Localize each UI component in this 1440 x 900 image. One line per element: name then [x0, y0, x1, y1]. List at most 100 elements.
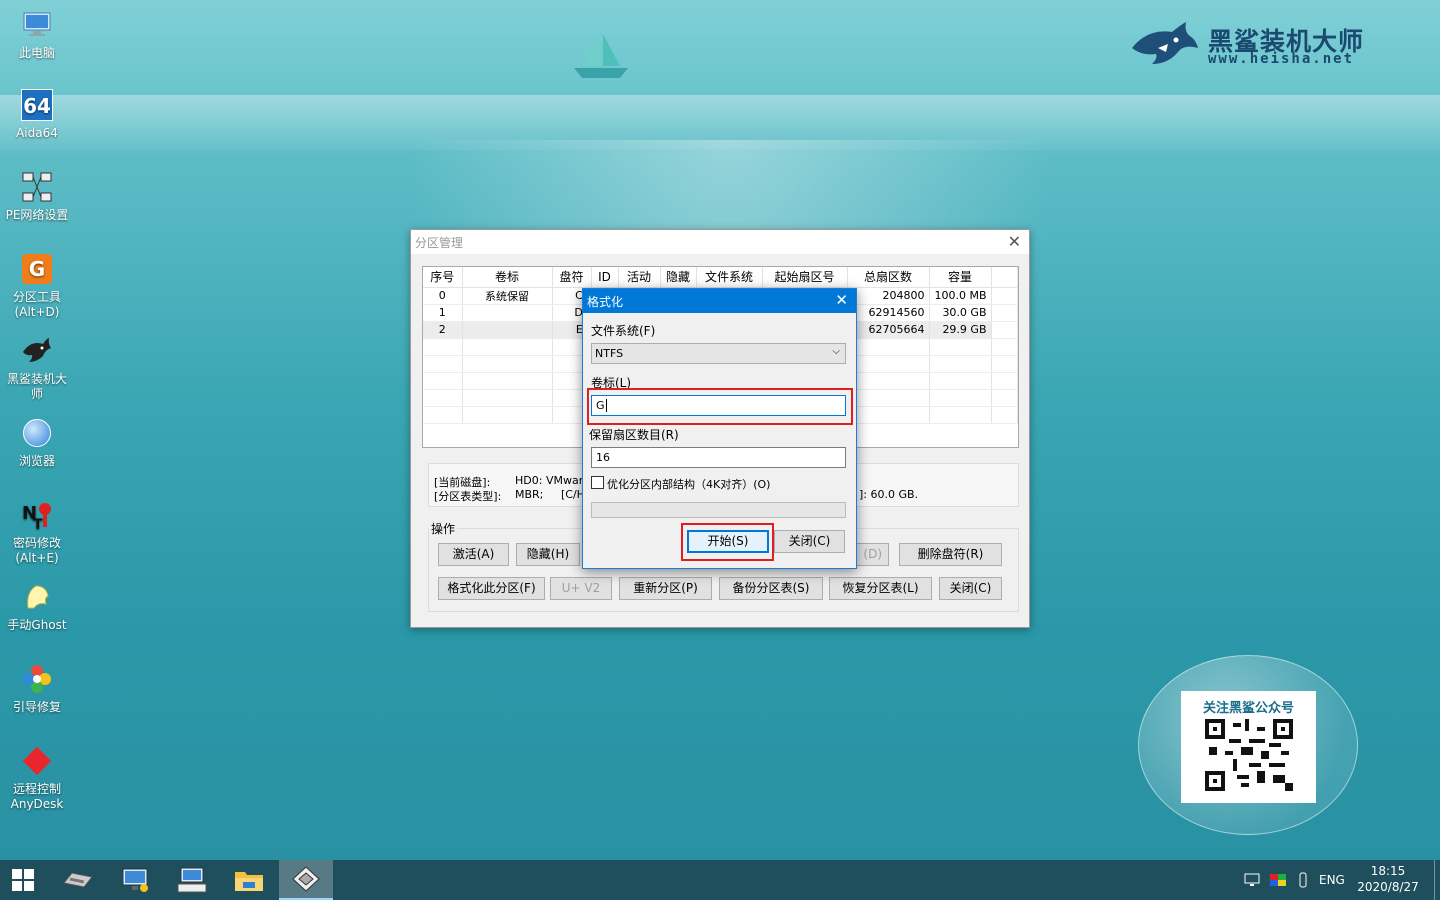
cell-label — [462, 304, 553, 322]
reserved-sectors-value: 16 — [596, 451, 610, 464]
format-dialog-titlebar[interactable]: 格式化 ✕ — [583, 289, 856, 313]
dialog-title: 格式化 — [587, 295, 624, 309]
taskbar-file-explorer[interactable] — [222, 860, 276, 900]
show-desktop-button[interactable] — [1434, 860, 1440, 900]
volume-label-value: G — [596, 399, 605, 412]
desktop-icon-ghost[interactable]: 手动Ghost — [0, 580, 74, 633]
desktop-icon-partition-tool[interactable]: G 分区工具 (Alt+D) — [0, 252, 74, 320]
optimize-checkbox[interactable] — [591, 476, 604, 489]
desktop-icon-pe-network[interactable]: PE网络设置 — [0, 170, 74, 223]
partition-tool-icon: G — [20, 252, 54, 286]
shark-icon — [20, 334, 54, 368]
qr-card: 关注黑鲨公众号 — [1181, 691, 1316, 803]
browser-icon — [20, 416, 54, 450]
volume-label-input[interactable]: G — [591, 395, 846, 416]
dialog-close-button[interactable]: 关闭(C) — [774, 530, 845, 553]
taskbar-clock[interactable]: 18:15 2020/8/27 — [1352, 863, 1424, 895]
desktop-icon-heisha[interactable]: 黑鲨装机大 师 — [0, 334, 74, 402]
disk-capacity-value: ]: 60.0 GB. — [859, 488, 919, 501]
taskbar-partition-app-active[interactable] — [279, 860, 333, 900]
window-title: 分区管理 — [415, 236, 464, 250]
desktop-icon-label: 分区工具 — [12, 290, 61, 304]
table-header-row: 序号 卷标 盘符 ID 活动 隐藏 文件系统 起始扇区号 总扇区数 容量 — [423, 267, 1018, 288]
desktop-icon-browser[interactable]: 浏览器 — [0, 416, 74, 469]
filesystem-select[interactable]: NTFS ⌵ — [591, 343, 846, 364]
cell-size: 29.9 GB — [929, 321, 992, 339]
svg-text:T: T — [33, 517, 43, 531]
column-header[interactable]: 隐藏 — [660, 267, 697, 288]
column-header[interactable]: 序号 — [423, 267, 463, 288]
cell-no: 1 — [423, 304, 463, 322]
disk-icon — [63, 872, 93, 888]
cell-total: 62705664 — [847, 321, 930, 339]
desktop-icon-aida64[interactable]: 64 Aida64 — [0, 88, 74, 141]
restore-partition-table-button[interactable]: 恢复分区表(L) — [829, 577, 932, 600]
desktop-icon-label-2: 师 — [30, 387, 43, 401]
sailboat-icon — [574, 32, 628, 78]
desktop-icon-label: 手动Ghost — [7, 618, 67, 632]
desktop-icon-this-pc[interactable]: 此电脑 — [0, 8, 74, 61]
shark-logo-icon — [1132, 22, 1198, 64]
start-button[interactable]: 开始(S) — [687, 530, 769, 553]
reserved-sectors-input[interactable]: 16 — [591, 447, 846, 468]
column-header[interactable]: 容量 — [929, 267, 992, 288]
windows-logo-icon — [12, 869, 34, 891]
uv2-button[interactable]: U+ V2 — [550, 577, 612, 600]
activate-button[interactable]: 激活(A) — [438, 543, 509, 566]
language-indicator[interactable]: ENG — [1319, 860, 1345, 900]
column-header[interactable]: 活动 — [618, 267, 661, 288]
desktop-icon-label: PE网络设置 — [5, 208, 69, 222]
network-tray-icon[interactable] — [1244, 860, 1262, 900]
usb-tray-icon[interactable] — [1297, 860, 1309, 900]
close-icon[interactable]: ✕ — [1008, 232, 1021, 251]
qr-title: 关注黑鲨公众号 — [1202, 701, 1294, 716]
start-button[interactable] — [0, 860, 46, 900]
boot-repair-icon — [20, 662, 54, 696]
cell-size: 100.0 MB — [929, 287, 992, 305]
keyboard-icon — [177, 867, 207, 893]
ghost-icon — [20, 580, 54, 614]
chevron-down-icon[interactable]: ⌵ — [832, 346, 840, 357]
clock-time: 18:15 — [1370, 864, 1406, 878]
column-header[interactable]: 盘符 — [552, 267, 592, 288]
desktop-icon-boot-repair[interactable]: 引导修复 — [0, 662, 74, 715]
desktop-icon-label: 此电脑 — [18, 46, 55, 60]
hide-button[interactable]: 隐藏(H) — [516, 543, 580, 566]
column-header[interactable]: 总扇区数 — [847, 267, 930, 288]
optimize-label: 优化分区内部结构（4K对齐）(O) — [607, 478, 771, 491]
anydesk-icon — [20, 744, 54, 778]
taskbar-keyboard-app[interactable] — [165, 860, 219, 900]
taskbar-network-app[interactable] — [108, 860, 162, 900]
color-tray-icon[interactable] — [1270, 860, 1286, 900]
partition-table-type-value: MBR; — [515, 488, 544, 501]
format-dialog: 格式化 ✕ 文件系统(F) NTFS ⌵ 卷标(L) G 保留扇区数目(R) 1… — [582, 288, 857, 569]
cell-no: 0 — [423, 287, 463, 305]
clock-date: 2020/8/27 — [1357, 880, 1419, 894]
close-icon[interactable]: ✕ — [835, 291, 848, 309]
format-progress-bar — [591, 502, 846, 518]
desktop-icon-label-2: (Alt+D) — [14, 305, 60, 319]
taskbar-disk-app[interactable] — [51, 860, 105, 900]
column-header[interactable]: 卷标 — [462, 267, 553, 288]
cell-total: 62914560 — [847, 304, 930, 322]
desktop-icon-password[interactable]: NT 密码修改 (Alt+E) — [0, 498, 74, 566]
cell-label: 系统保留 — [462, 287, 553, 305]
close-button[interactable]: 关闭(C) — [939, 577, 1002, 600]
desktop-icon-label-2: (Alt+E) — [15, 551, 59, 565]
column-header[interactable]: 起始扇区号 — [762, 267, 848, 288]
cell-label — [462, 321, 553, 339]
partition-manager-titlebar[interactable]: 分区管理 ✕ — [411, 230, 1029, 254]
column-header[interactable]: 文件系统 — [696, 267, 763, 288]
format-partition-button[interactable]: 格式化此分区(F) — [438, 577, 545, 600]
filesystem-selected-value: NTFS — [595, 347, 624, 360]
backup-partition-table-button[interactable]: 备份分区表(S) — [719, 577, 823, 600]
desktop-icon-label: 黑鲨装机大 — [6, 372, 67, 386]
delete-drive-letter-button[interactable]: 删除盘符(R) — [899, 543, 1002, 566]
desktop-icon-label: 远程控制 — [12, 782, 61, 796]
cell-size: 30.0 GB — [929, 304, 992, 322]
operations-label: 操作 — [429, 520, 458, 537]
repartition-button[interactable]: 重新分区(P) — [619, 577, 712, 600]
column-header[interactable]: ID — [591, 267, 619, 288]
desktop-icon-anydesk[interactable]: 远程控制 AnyDesk — [0, 744, 74, 812]
desktop-icon-label: 引导修复 — [12, 700, 61, 714]
